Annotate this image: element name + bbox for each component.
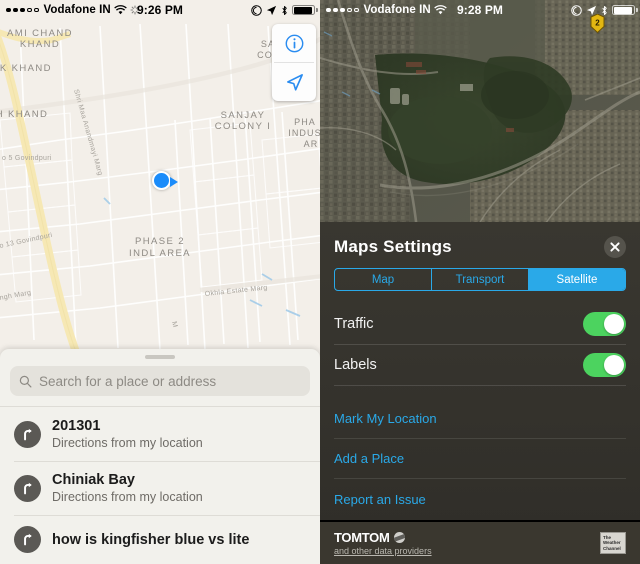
- mark-my-location-link[interactable]: Mark My Location: [334, 399, 626, 439]
- dual-screenshot: AMI CHAND KHAND AK KHAND H KHAND SA COL …: [0, 0, 640, 564]
- maps-settings-panel: Maps Settings Map Transport Satellite Tr…: [320, 222, 640, 564]
- status-bar-left: Vodafone IN 9:26 PM: [0, 0, 320, 20]
- add-a-place-link[interactable]: Add a Place: [334, 439, 626, 479]
- result-subtitle: Directions from my location: [52, 436, 203, 450]
- svg-text:PHA: PHA: [294, 117, 316, 127]
- battery-full-icon: [292, 5, 318, 15]
- svg-text:H KHAND: H KHAND: [0, 109, 48, 120]
- directions-icon: [14, 420, 41, 448]
- result-subtitle: Directions from my location: [52, 490, 203, 504]
- tomtom-logo: TOMTOM: [334, 530, 432, 545]
- svg-text:KHAND: KHAND: [20, 39, 60, 50]
- directions-icon: [14, 526, 41, 553]
- result-title: 201301: [52, 418, 101, 434]
- clock-label: 9:28 PM: [456, 3, 504, 17]
- svg-text:COLONY I: COLONY I: [215, 121, 271, 132]
- search-placeholder: Search for a place or address: [39, 373, 217, 389]
- segment-map[interactable]: Map: [335, 269, 432, 290]
- directions-icon: [14, 474, 41, 502]
- svg-text:INDL AREA: INDL AREA: [129, 248, 191, 259]
- battery-full-icon: [612, 5, 638, 15]
- right-panel-maps-settings: 2 Vodafone IN 9:28 PM Maps Settings Map …: [320, 0, 640, 564]
- labels-label: Labels: [334, 357, 377, 373]
- traffic-label: Traffic: [334, 316, 374, 332]
- info-button[interactable]: [272, 24, 316, 62]
- bluetooth-icon: [602, 5, 607, 15]
- clock-label: 9:26 PM: [136, 3, 184, 17]
- locate-me-button[interactable]: [272, 63, 316, 101]
- setting-row-traffic: Traffic: [334, 304, 626, 345]
- attribution-footer: TOMTOM and other data providers The Weat…: [320, 520, 640, 564]
- location-arrow-icon: [586, 5, 597, 15]
- drag-handle[interactable]: [145, 355, 175, 359]
- status-bar-right: Vodafone IN 9:28 PM: [320, 0, 640, 20]
- weather-channel-badge[interactable]: The Weather Channel: [600, 532, 626, 554]
- search-bar[interactable]: Search for a place or address: [10, 366, 310, 396]
- segment-transport[interactable]: Transport: [432, 269, 529, 290]
- list-item[interactable]: 201301 Directions from my location: [0, 407, 320, 461]
- result-title: how is kingfisher blue vs lite: [52, 531, 250, 548]
- data-providers-link[interactable]: and other data providers: [334, 546, 432, 556]
- svg-text:SANJAY: SANJAY: [221, 110, 266, 121]
- left-panel-maps-standard: AMI CHAND KHAND AK KHAND H KHAND SA COL …: [0, 0, 320, 564]
- svg-text:AMI CHAND: AMI CHAND: [7, 28, 73, 39]
- do-not-disturb-icon: [571, 4, 582, 16]
- location-arrow-icon: [266, 5, 277, 15]
- svg-text:PHASE 2: PHASE 2: [135, 236, 185, 247]
- map-controls: [272, 24, 316, 101]
- list-item[interactable]: Chiniak Bay Directions from my location: [0, 461, 320, 515]
- twc-line3: Channel: [603, 545, 621, 551]
- info-circle-icon: [285, 34, 303, 52]
- search-icon: [19, 375, 32, 387]
- report-an-issue-link[interactable]: Report an Issue: [334, 479, 626, 519]
- tomtom-attribution: TOMTOM and other data providers: [334, 530, 432, 556]
- svg-text:o 5 Govindpuri: o 5 Govindpuri: [2, 155, 52, 162]
- close-button[interactable]: [604, 236, 626, 258]
- list-item[interactable]: how is kingfisher blue vs lite: [0, 515, 320, 564]
- svg-text:AR: AR: [304, 139, 319, 149]
- traffic-toggle[interactable]: [583, 312, 626, 336]
- bluetooth-icon: [282, 5, 287, 15]
- close-icon: [610, 242, 620, 252]
- location-arrow-icon: [286, 73, 303, 91]
- labels-toggle[interactable]: [583, 353, 626, 377]
- result-title: Chiniak Bay: [52, 472, 135, 488]
- segment-satellite[interactable]: Satellite: [529, 269, 625, 290]
- user-location-dot: [152, 171, 178, 190]
- settings-header: Maps Settings: [320, 222, 640, 268]
- panel-title: Maps Settings: [334, 237, 452, 256]
- tomtom-globe-icon: [393, 532, 405, 543]
- svg-text:INDUS: INDUS: [288, 128, 320, 138]
- bottom-sheet: Search for a place or address 201301 Dir…: [0, 349, 320, 564]
- do-not-disturb-icon: [251, 4, 262, 16]
- tomtom-wordmark: TOMTOM: [334, 530, 390, 545]
- svg-text:AK KHAND: AK KHAND: [0, 63, 52, 74]
- setting-row-labels: Labels: [334, 345, 626, 386]
- map-type-segmented-control: Map Transport Satellite: [334, 268, 626, 291]
